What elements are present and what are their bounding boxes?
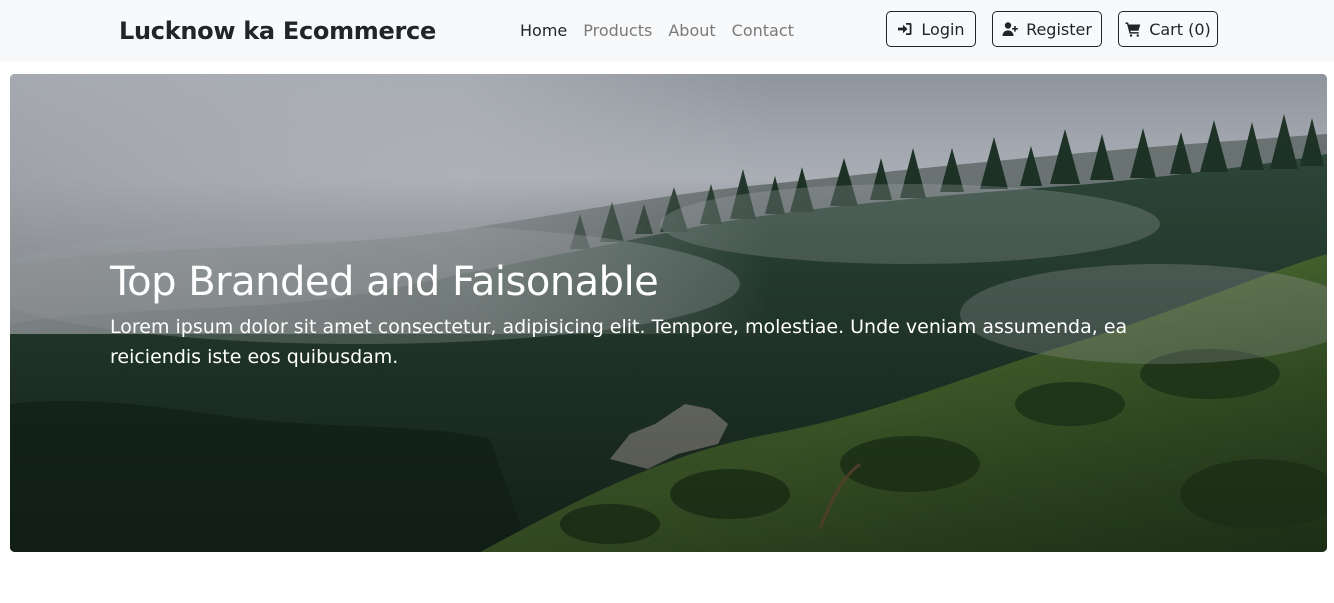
- nav-link-products[interactable]: Products: [583, 21, 652, 40]
- login-label: Login: [921, 19, 965, 39]
- hero-banner: Top Branded and Faisonable Lorem ipsum d…: [10, 74, 1327, 552]
- user-plus-icon: [1002, 22, 1018, 36]
- nav-links: Home Products About Contact: [520, 21, 794, 40]
- login-button[interactable]: Login: [886, 11, 976, 47]
- cart-label: Cart (0): [1149, 19, 1211, 39]
- register-button[interactable]: Register: [992, 11, 1102, 47]
- nav-link-about[interactable]: About: [668, 21, 715, 40]
- register-label: Register: [1026, 19, 1092, 39]
- nav-link-contact[interactable]: Contact: [732, 21, 794, 40]
- hero-title: Top Branded and Faisonable: [110, 259, 659, 305]
- sign-in-icon: [898, 23, 912, 35]
- nav-link-home[interactable]: Home: [520, 21, 567, 40]
- shopping-cart-icon: [1125, 22, 1141, 37]
- brand-logo[interactable]: Lucknow ka Ecommerce: [119, 17, 436, 45]
- hero-description: Lorem ipsum dolor sit amet consectetur, …: [110, 316, 1128, 368]
- navbar: Lucknow ka Ecommerce Home Products About…: [0, 0, 1334, 62]
- cart-button[interactable]: Cart (0): [1118, 11, 1218, 47]
